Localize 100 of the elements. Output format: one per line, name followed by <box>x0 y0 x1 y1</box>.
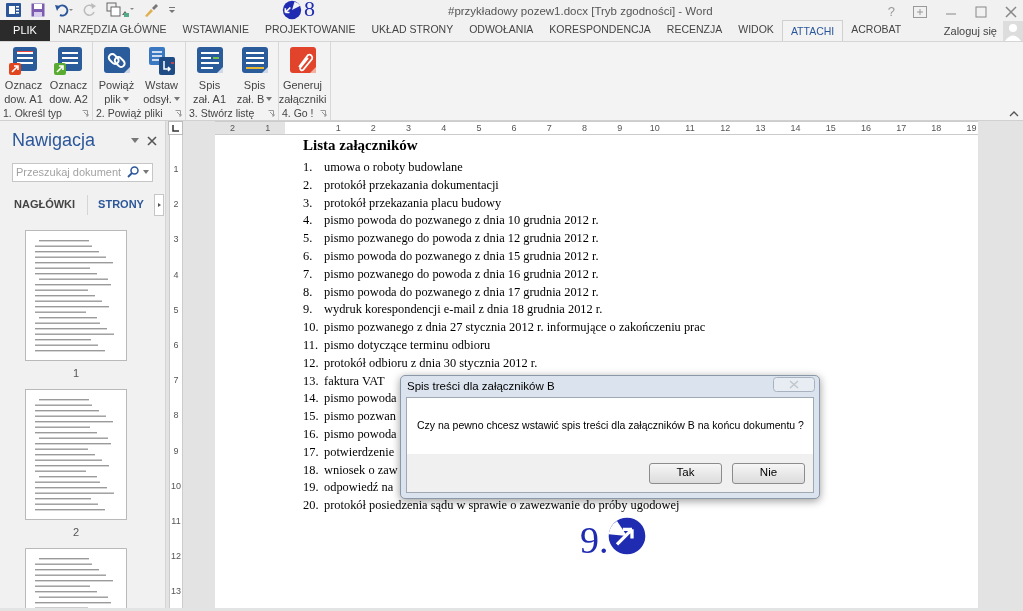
list-item-text: faktura VAT <box>324 372 385 390</box>
ribbon-tab[interactable]: ACROBAT <box>843 20 910 41</box>
ruler-number: 4 <box>440 122 448 134</box>
search-field[interactable]: Przeszukaj dokument <box>12 163 153 182</box>
list-item-text: pismo pozwanego do powoda z dnia 16 grudnia 2012 r. <box>324 265 599 283</box>
redo-icon <box>83 3 97 17</box>
window-title: #przykładowy pozew1.docx [Tryb zgodności] - Word <box>448 4 713 19</box>
ruler-number: 10 <box>648 122 661 134</box>
list-number: 17. <box>303 443 320 461</box>
group-label: 4. Go ! <box>282 106 314 121</box>
ribbon-tab[interactable]: NARZĘDZIA GŁÓWNE <box>50 20 175 41</box>
list-number: 11. <box>303 336 320 354</box>
dialog-message: Czy na pewno chcesz wstawić spis treści dla załączników B na końcu dokumentu ? <box>416 418 805 433</box>
dialog-button[interactable]: Tak <box>649 462 722 484</box>
ruler-number: 8 <box>580 122 588 134</box>
collapse-ribbon-icon[interactable] <box>1009 111 1019 117</box>
list-number: 6. <box>303 248 314 265</box>
ribbon-tab[interactable]: WIDOK <box>730 20 782 41</box>
ruler-number: 3 <box>405 122 413 134</box>
ruler-number: 12 <box>719 122 732 134</box>
list-item-text: pismo pozwanego do powoda z dnia 12 grudnia 2012 r. <box>324 230 599 248</box>
list-item-text: potwierdzenie <box>324 443 395 461</box>
ribbon-button[interactable]: Powiąż plik <box>96 42 137 106</box>
dialog-launcher-icon[interactable] <box>268 110 275 118</box>
ribbon-button[interactable]: Spis zał. A1 <box>189 42 230 106</box>
document-heading: Lista załączników <box>303 137 419 153</box>
list-number: 3. <box>303 194 314 212</box>
list-number: 13. <box>303 372 320 390</box>
list-item-text: wniosek o zaw <box>324 461 398 479</box>
list-item-text: protokół przekazania placu budowy <box>324 194 502 212</box>
sign-in-link[interactable]: Zaloguj się <box>943 22 997 40</box>
close-icon[interactable] <box>1005 5 1017 18</box>
ruler-number: 7 <box>173 374 179 388</box>
list-number: 20. <box>303 497 320 515</box>
list-item-text: protokół posiedzenia sądu w sprawie o zawezwanie do próby ugodowej <box>324 497 680 515</box>
ribbon-tab[interactable]: UKŁAD STRONY <box>363 20 462 41</box>
document-list-icon <box>53 47 84 75</box>
dialog-button[interactable]: Nie <box>732 462 805 484</box>
ribbon-tab[interactable]: KORESPONDENCJA <box>541 20 659 41</box>
ruler-number: 18 <box>930 122 943 134</box>
ruler-number: 1 <box>173 163 179 176</box>
list-number: 8. <box>303 283 314 301</box>
maximize-icon[interactable] <box>975 5 987 18</box>
scroll-right-button[interactable] <box>153 193 164 216</box>
ribbon-display-icon[interactable] <box>913 5 927 18</box>
callout-number: 9. <box>580 520 609 560</box>
ruler-number: 15 <box>824 122 837 134</box>
page-number: 1 <box>72 365 80 381</box>
page-thumbnail[interactable] <box>25 388 127 520</box>
list-item-text: odpowiedź na <box>324 479 394 497</box>
customize-icon[interactable] <box>168 6 176 14</box>
pane-options-icon[interactable] <box>131 137 139 144</box>
save-icon[interactable] <box>31 3 45 17</box>
pane-tab[interactable]: STRONY <box>87 194 148 215</box>
list-item-text: pismo powoda do pozwanego z dnia 17 grudnia 2012 r. <box>324 283 599 301</box>
ruler-number: 11 <box>684 122 696 134</box>
list-number: 5. <box>303 230 314 248</box>
ribbon-tab[interactable]: PROJEKTOWANIE <box>257 20 364 41</box>
search-icon <box>127 166 139 179</box>
list-number: 2. <box>303 176 314 194</box>
ruler-number: 10 <box>171 479 181 493</box>
ruler-number: 12 <box>171 550 181 564</box>
ruler-number: 8 <box>173 409 179 423</box>
file-tab[interactable]: PLIK <box>0 20 50 41</box>
ruler-number: 1 <box>250 122 286 134</box>
list-item-text: pismo powoda do pozwanego z dnia 15 grudnia 2012 r. <box>324 248 599 265</box>
ruler-number: 14 <box>789 122 802 134</box>
list-number: 4. <box>303 212 314 230</box>
ribbon-tab[interactable]: RECENZJA <box>658 20 731 41</box>
pane-tab[interactable]: NAGŁÓWKI <box>12 194 80 215</box>
caret-icon <box>143 170 149 175</box>
undo-icon[interactable] <box>54 3 74 17</box>
layout-icon[interactable] <box>106 2 134 18</box>
ruler-number: 7 <box>545 122 553 134</box>
ribbon-tab[interactable]: ATTACHI <box>781 20 844 41</box>
close-icon[interactable] <box>147 135 157 146</box>
ruler-number: 6 <box>173 338 179 352</box>
ruler-number: 13 <box>754 122 767 134</box>
dialog-launcher-icon[interactable] <box>82 110 89 118</box>
ribbon-button[interactable]: Wstaw odsył. <box>141 42 182 106</box>
list-item-text: pismo powoda <box>324 390 397 408</box>
tab-selector[interactable] <box>168 121 183 135</box>
page-thumbnail[interactable] <box>25 229 127 361</box>
document-list-icon <box>194 47 225 75</box>
list-item-text: pismo dotyczące terminu odbioru <box>324 336 491 354</box>
brush-icon[interactable] <box>143 3 159 17</box>
ribbon-button[interactable]: Oznacz dow. A1 <box>3 42 44 106</box>
ribbon-button[interactable]: Spis zał. B <box>234 42 275 106</box>
ribbon-button[interactable]: Oznacz dow. A2 <box>48 42 89 106</box>
word-app-icon[interactable] <box>6 2 22 18</box>
document-list-icon <box>8 47 39 75</box>
ribbon-tab[interactable]: WSTAWIANIE <box>174 20 257 41</box>
dialog-launcher-icon[interactable] <box>319 110 327 118</box>
group-label: 1. Określ typ <box>3 106 62 121</box>
ruler-number: 5 <box>475 122 483 134</box>
ruler-number: 17 <box>895 122 908 134</box>
ribbon-tab[interactable]: ODWOŁANIA <box>461 20 542 41</box>
insert-icon <box>146 47 177 75</box>
close-button[interactable] <box>773 377 815 392</box>
dialog-launcher-icon[interactable] <box>175 110 182 118</box>
